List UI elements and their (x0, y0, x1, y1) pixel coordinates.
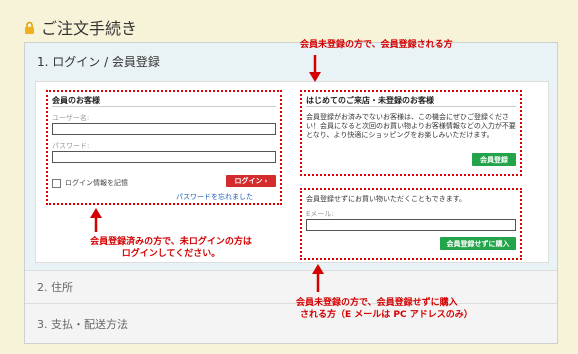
arrow-up (90, 208, 102, 232)
annotation-login-line2: ログインしてください。 (121, 249, 221, 259)
annotation-guest-line1: 会員未登録の方で、会員登録せずに購入 (296, 298, 458, 308)
arrow-down (309, 55, 321, 82)
arrow-up (312, 264, 324, 292)
annotation-login-line1: 会員登録済みの方で、未ログインの方は (90, 237, 252, 247)
annotation-guest-line2: される方（E メールは PC アドレスのみ） (300, 310, 473, 320)
annotation-register: 会員未登録の方で、会員登録される方 (300, 40, 453, 50)
